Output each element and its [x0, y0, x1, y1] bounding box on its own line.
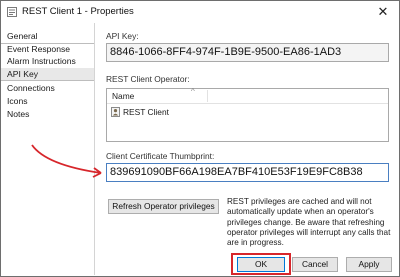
refresh-button-label: Refresh Operator privileges — [112, 201, 215, 211]
operator-label: REST Client Operator: — [106, 74, 190, 84]
apply-button[interactable]: Apply — [346, 257, 392, 272]
cancel-button[interactable]: Cancel — [292, 257, 338, 272]
refresh-operator-privileges-button[interactable]: Refresh Operator privileges — [108, 199, 219, 214]
list-item[interactable]: REST Client — [111, 106, 169, 118]
column-divider — [207, 90, 208, 102]
thumbprint-value: 839691090BF66A198EA7BF410E53F19E9FC8B38 — [110, 166, 363, 178]
list-column-header[interactable]: Name ^ — [107, 87, 388, 104]
close-icon: ✕ — [377, 4, 389, 19]
red-curved-arrow — [31, 144, 102, 178]
cancel-button-label: Cancel — [301, 259, 329, 269]
properties-dialog: REST Client 1 - Properties ✕ General Eve… — [0, 0, 400, 277]
thumbprint-label: Client Certificate Thumbprint: — [106, 151, 215, 161]
close-button[interactable]: ✕ — [373, 4, 393, 20]
privileges-info-text: REST privileges are cached and will not … — [227, 197, 391, 248]
operator-person-icon — [111, 107, 120, 117]
api-key-value: 8846-1066-8FF4-974F-1B9E-9500-EA86-1AD3 — [110, 46, 342, 58]
operator-name: REST Client — [123, 107, 169, 117]
thumbprint-input[interactable]: 839691090BF66A198EA7BF410E53F19E9FC8B38 — [106, 163, 389, 182]
sort-ascending-icon: ^ — [191, 87, 195, 96]
api-key-field[interactable]: 8846-1066-8FF4-974F-1B9E-9500-EA86-1AD3 — [106, 43, 389, 62]
apply-button-label: Apply — [358, 259, 380, 269]
operator-list[interactable]: Name ^ REST Client — [106, 87, 389, 142]
ok-highlight-box — [231, 253, 291, 275]
column-header-name: Name — [112, 91, 135, 101]
